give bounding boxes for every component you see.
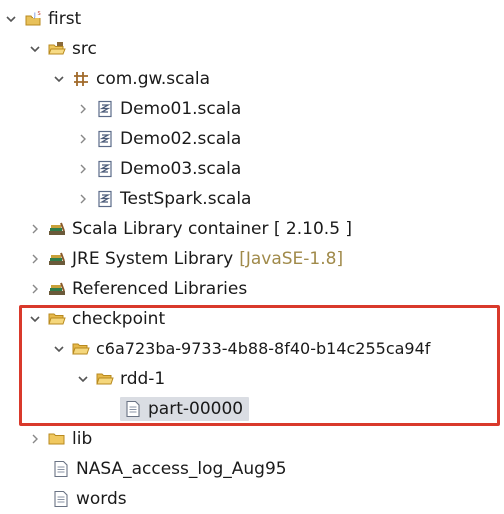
chevron-right-icon[interactable]	[76, 132, 90, 146]
tree-item-label: Demo03.scala	[120, 159, 242, 179]
library-icon	[48, 250, 66, 268]
tree-item-file[interactable]: Demo03.scala	[0, 155, 504, 183]
scala-file-icon	[96, 160, 114, 178]
text-file-icon	[52, 490, 70, 508]
tree-item-file[interactable]: TestSpark.scala	[0, 185, 504, 213]
scala-file-icon	[96, 100, 114, 118]
tree-item-file[interactable]: Demo02.scala	[0, 125, 504, 153]
tree-item-library[interactable]: Referenced Libraries	[0, 275, 504, 303]
annotation-highlight-box	[19, 305, 500, 426]
tree-item-library[interactable]: JRE System Library [JavaSE-1.8]	[0, 245, 504, 273]
chevron-right-icon[interactable]	[28, 252, 42, 266]
tree-item-label: first	[48, 9, 82, 29]
chevron-right-icon[interactable]	[28, 222, 42, 236]
tree-item-label: JRE System Library	[72, 249, 234, 269]
tree-item-label: src	[72, 39, 97, 59]
chevron-down-icon[interactable]	[4, 12, 18, 26]
chevron-right-icon[interactable]	[76, 102, 90, 116]
scala-file-icon	[96, 130, 114, 148]
source-folder-icon	[48, 40, 66, 58]
folder-icon	[48, 430, 66, 448]
tree-item-lib[interactable]: lib	[0, 425, 504, 453]
tree-item-src[interactable]: src	[0, 35, 504, 63]
text-file-icon	[52, 460, 70, 478]
chevron-right-icon[interactable]	[76, 192, 90, 206]
chevron-right-icon[interactable]	[28, 432, 42, 446]
java-project-icon: J S	[24, 10, 42, 28]
tree-item-decoration: [JavaSE-1.8]	[239, 249, 344, 269]
scala-file-icon	[96, 190, 114, 208]
chevron-down-icon[interactable]	[28, 42, 42, 56]
chevron-right-icon[interactable]	[28, 282, 42, 296]
tree-item-project-first[interactable]: J S first	[0, 5, 504, 33]
tree-item-library[interactable]: Scala Library container [ 2.10.5 ]	[0, 215, 504, 243]
library-icon	[48, 220, 66, 238]
chevron-right-icon[interactable]	[76, 162, 90, 176]
tree-item-label: Demo02.scala	[120, 129, 242, 149]
tree-item-words-file[interactable]: words	[0, 485, 504, 513]
tree-item-label: words	[76, 489, 127, 509]
tree-item-nasa-file[interactable]: NASA_access_log_Aug95	[0, 455, 504, 483]
tree-item-label: NASA_access_log_Aug95	[76, 459, 287, 479]
package-icon	[72, 70, 90, 88]
svg-text:S: S	[38, 11, 41, 17]
tree-item-label: Referenced Libraries	[72, 279, 248, 299]
svg-text:J: J	[33, 12, 36, 19]
library-icon	[48, 280, 66, 298]
tree-item-file[interactable]: Demo01.scala	[0, 95, 504, 123]
tree-item-package[interactable]: com.gw.scala	[0, 65, 504, 93]
tree-item-label: Scala Library container [ 2.10.5 ]	[72, 219, 353, 239]
tree-item-label: Demo01.scala	[120, 99, 242, 119]
tree-item-label: lib	[72, 429, 93, 449]
tree-item-label: com.gw.scala	[96, 69, 211, 89]
tree-item-label: TestSpark.scala	[120, 189, 252, 209]
chevron-down-icon[interactable]	[52, 72, 66, 86]
